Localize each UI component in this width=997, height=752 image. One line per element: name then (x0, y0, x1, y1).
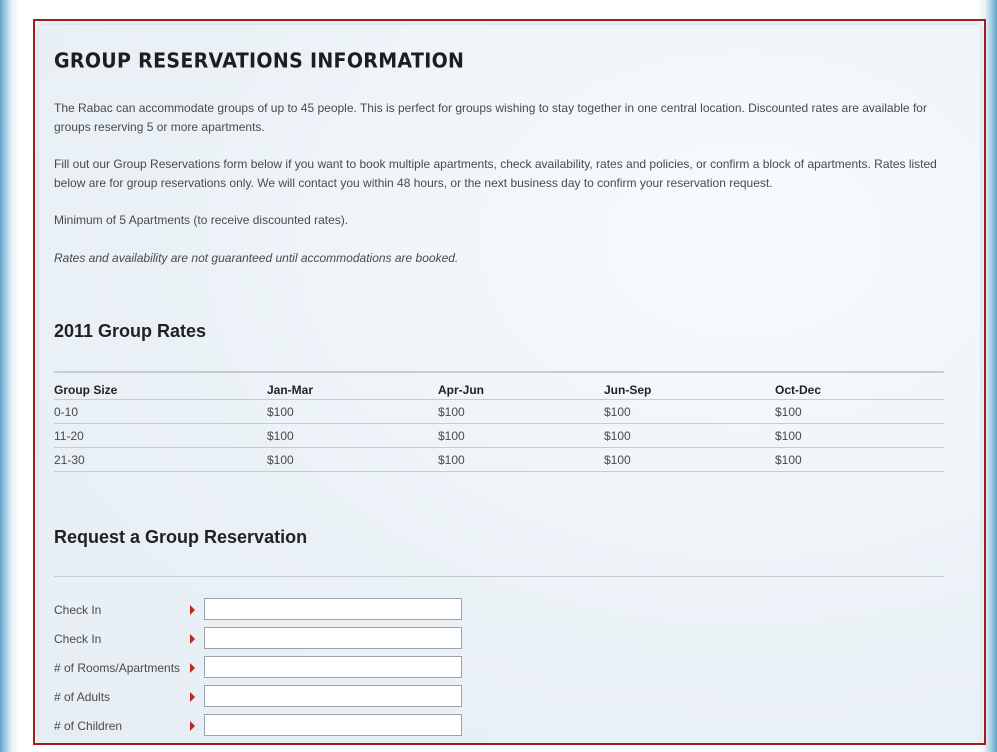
column-header: Jan-Mar (267, 372, 438, 400)
arrow-right-icon (190, 605, 195, 615)
rooms-input[interactable] (204, 656, 462, 678)
field-label: Check In (54, 603, 102, 617)
request-heading: Request a Group Reservation (54, 527, 308, 547)
check-in-input[interactable] (204, 598, 462, 620)
field-label: # of Children (54, 719, 123, 733)
check-in-2-input[interactable] (204, 627, 462, 649)
table-cell: $100 (267, 399, 438, 424)
form-row-children: # of Children (54, 714, 474, 738)
page-title: GROUP RESERVATIONS INFORMATION (54, 49, 465, 73)
arrow-right-icon (190, 663, 195, 673)
children-input[interactable] (204, 714, 462, 736)
form-row-adults: # of Adults (54, 685, 474, 709)
rates-table: Group Size Jan-Mar Apr-Jun Jun-Sep Oct-D… (54, 371, 944, 472)
table-row: 21-30 $100 $100 $100 $100 (54, 447, 944, 472)
section-divider (54, 576, 944, 577)
table-cell: $100 (775, 399, 944, 424)
arrow-right-icon (190, 721, 195, 731)
form-instructions-paragraph: Fill out our Group Reservations form bel… (54, 157, 937, 190)
arrow-right-icon (190, 634, 195, 644)
table-cell: 0-10 (54, 399, 267, 424)
column-header: Apr-Jun (438, 372, 604, 400)
table-cell: $100 (604, 399, 775, 424)
table-cell: $100 (438, 423, 604, 448)
field-label: # of Adults (54, 690, 111, 704)
column-header: Group Size (54, 372, 267, 400)
arrow-right-icon (190, 692, 195, 702)
rates-heading: 2011 Group Rates (54, 321, 207, 341)
table-cell: $100 (438, 447, 604, 472)
field-label: # of Rooms/Apartments (54, 661, 181, 675)
minimum-note: Minimum of 5 Apartments (to receive disc… (54, 213, 349, 227)
table-cell: $100 (267, 423, 438, 448)
table-cell: $100 (775, 447, 944, 472)
disclaimer-note: Rates and availability are not guarantee… (54, 251, 459, 265)
table-cell: 11-20 (54, 423, 267, 448)
content-panel: GROUP RESERVATIONS INFORMATION The Rabac… (33, 19, 986, 745)
table-cell: $100 (267, 447, 438, 472)
form-row-check-in: Check In (54, 598, 474, 622)
column-header: Jun-Sep (604, 372, 775, 400)
table-cell: 21-30 (54, 447, 267, 472)
form-row-next (54, 743, 474, 745)
rates-header-row: Group Size Jan-Mar Apr-Jun Jun-Sep Oct-D… (54, 372, 944, 400)
table-row: 0-10 $100 $100 $100 $100 (54, 399, 944, 424)
form-row-rooms: # of Rooms/Apartments (54, 656, 474, 680)
form-row-check-in-2: Check In (54, 627, 474, 651)
next-field-input[interactable] (204, 743, 462, 745)
table-cell: $100 (604, 447, 775, 472)
adults-input[interactable] (204, 685, 462, 707)
column-header: Oct-Dec (775, 372, 944, 400)
table-row: 11-20 $100 $100 $100 $100 (54, 423, 944, 448)
table-cell: $100 (604, 423, 775, 448)
intro-paragraph: The Rabac can accommodate groups of up t… (54, 101, 927, 134)
table-cell: $100 (775, 423, 944, 448)
table-cell: $100 (438, 399, 604, 424)
field-label: Check In (54, 632, 102, 646)
